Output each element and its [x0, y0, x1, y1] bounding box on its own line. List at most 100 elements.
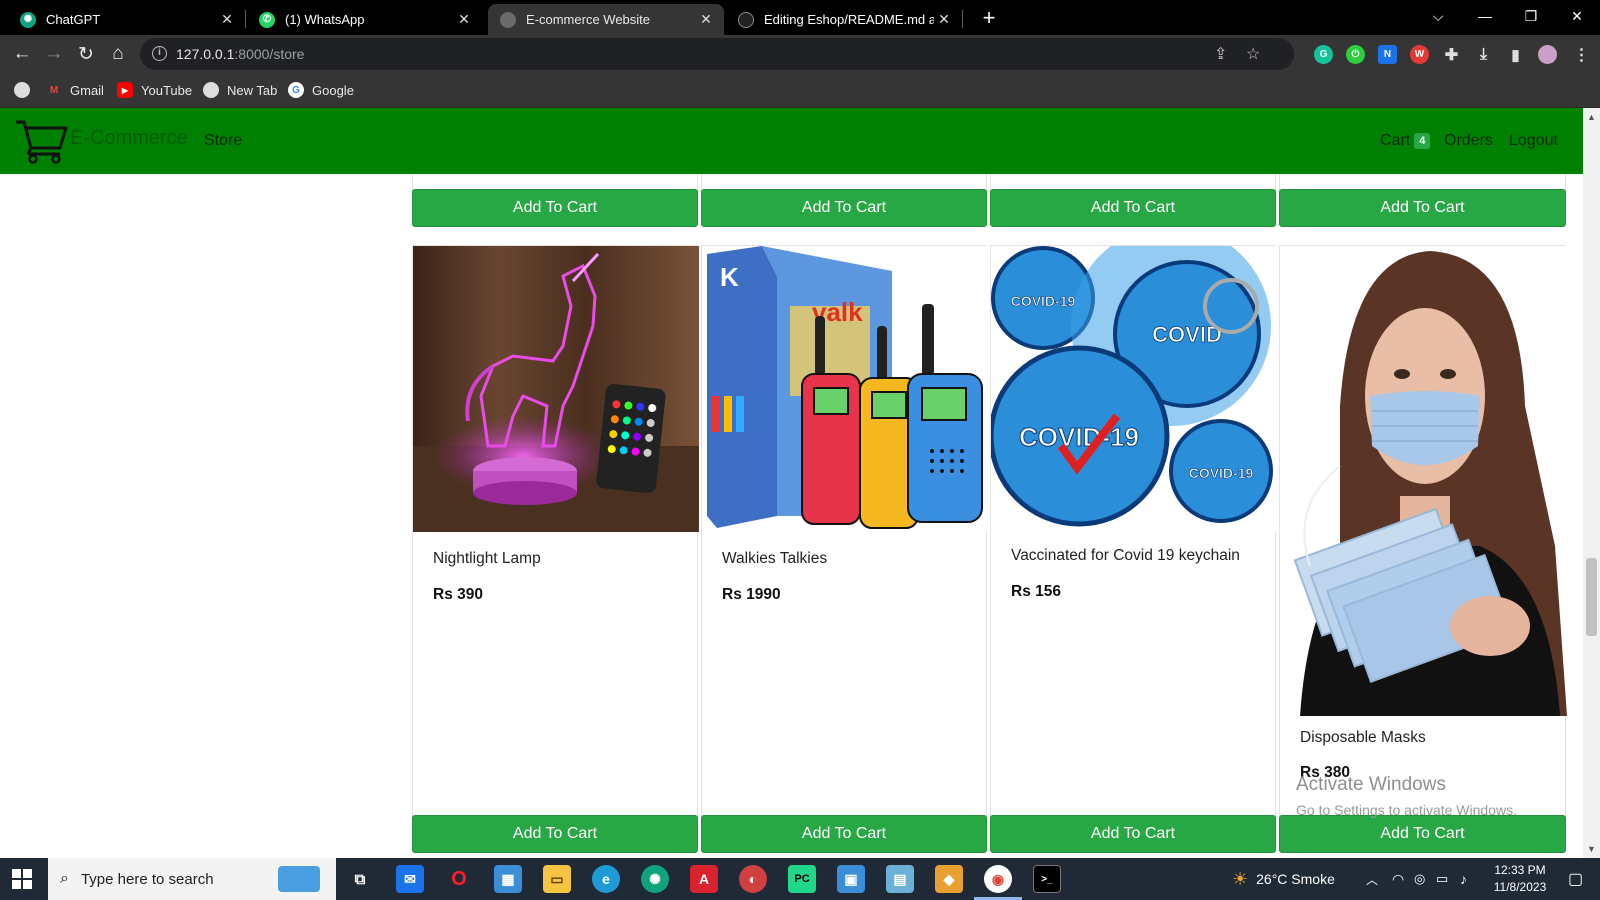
minimize-button[interactable]: — [1462, 0, 1508, 32]
battery-icon[interactable]: ▭ [1436, 858, 1448, 900]
site-info-icon[interactable]: i [152, 46, 167, 61]
product-name: Walkies Talkies [722, 550, 828, 567]
page-scrollbar[interactable]: ▲ ▼ [1583, 108, 1600, 858]
pycharm-icon[interactable]: PC [788, 865, 816, 893]
windows-start-icon[interactable] [12, 869, 32, 889]
edge-icon[interactable]: e [592, 865, 620, 893]
globe-icon [500, 11, 516, 28]
menu-kebab-icon[interactable]: ⋮ [1572, 45, 1591, 64]
git-kraken-icon[interactable]: ◆ [935, 865, 963, 893]
bookmark-youtube[interactable]: ▶ YouTube [117, 82, 192, 98]
tab-search-chevron-icon[interactable]: ⌵ [1415, 0, 1461, 32]
add-to-cart-button[interactable]: Add To Cart [412, 189, 698, 227]
address-bar[interactable]: i 127.0.0.1:8000/store ⇪ ☆ [140, 38, 1294, 70]
product-image-covid-keychain[interactable]: COVID-19 COVID COVID-19 COVID-19 [991, 246, 1277, 532]
url-path: :8000/store [234, 46, 305, 62]
chrome-icon[interactable]: ◉ [984, 865, 1012, 893]
close-window-button[interactable]: ✕ [1554, 0, 1600, 32]
download-icon[interactable]: ⤓ [1474, 45, 1493, 64]
meet-icon[interactable]: ◎ [1414, 858, 1425, 900]
back-button[interactable]: ← [8, 40, 36, 68]
nav-store-link[interactable]: Store [204, 132, 242, 150]
add-to-cart-button[interactable]: Add To Cart [1279, 815, 1566, 853]
close-tab-icon[interactable]: ✕ [696, 11, 716, 28]
add-to-cart-button[interactable]: Add To Cart [990, 189, 1276, 227]
weather-sun-icon: ☀ [1232, 868, 1249, 889]
gmail-icon: M [49, 84, 59, 96]
tab-chatgpt[interactable]: ✺ ChatGPT ✕ [0, 4, 245, 35]
bookmark-apps[interactable] [14, 82, 38, 98]
volume-icon[interactable]: ♪ [1460, 858, 1467, 900]
opera-icon[interactable]: O [445, 865, 473, 893]
microsoft-store-icon[interactable]: ▦ [494, 865, 522, 893]
store-page: E-Commerce Store Cart 4 Orders Logout Ad… [0, 108, 1583, 858]
bookmark-new-tab[interactable]: New Tab [203, 82, 277, 98]
green-extension-icon[interactable]: ⏻ [1346, 45, 1365, 64]
url-host: 127.0.0.1 [176, 46, 235, 62]
product-image-walkies-talkies[interactable]: K valk [702, 246, 988, 532]
bookmark-star-icon[interactable]: ☆ [1246, 44, 1260, 64]
bookmarks-bar: M Gmail ▶ YouTube New Tab G Google [0, 73, 1600, 108]
n-extension-icon[interactable]: N [1378, 45, 1397, 64]
share-icon[interactable]: ⇪ [1214, 44, 1227, 64]
product-image-disposable-masks[interactable] [1280, 246, 1567, 716]
extensions-puzzle-icon[interactable]: ✚ [1442, 45, 1461, 64]
bookmark-gmail[interactable]: M Gmail [46, 82, 104, 98]
terminal-icon[interactable]: >_ [1033, 865, 1061, 893]
acrobat-icon[interactable]: A [690, 865, 718, 893]
add-to-cart-button[interactable]: Add To Cart [701, 815, 987, 853]
mail-icon[interactable]: ✉ [396, 865, 424, 893]
reload-button[interactable]: ↻ [72, 40, 100, 68]
close-tab-icon[interactable]: ✕ [934, 11, 954, 28]
task-view-icon[interactable]: ⧉ [346, 865, 374, 893]
nav-orders-link[interactable]: Orders [1444, 132, 1493, 150]
home-button[interactable]: ⌂ [104, 40, 132, 68]
file-explorer-icon[interactable]: ▭ [543, 865, 571, 893]
scroll-up-icon[interactable]: ▲ [1587, 112, 1596, 122]
nav-logout-link[interactable]: Logout [1509, 132, 1558, 150]
scrollbar-thumb[interactable] [1586, 558, 1597, 636]
product-price: Rs 390 [433, 586, 483, 603]
search-icon: ⌕ [60, 870, 69, 887]
wifi-icon[interactable]: ◠ [1392, 858, 1404, 900]
notification-icon[interactable]: ▢ [1568, 858, 1583, 900]
wappalyzer-extension-icon[interactable]: W [1410, 45, 1429, 64]
product-name: Vaccinated for Covid 19 keychain [1011, 547, 1240, 564]
notepad-icon[interactable]: ▤ [886, 865, 914, 893]
nav-cart-link[interactable]: Cart 4 [1380, 132, 1431, 150]
taskbar-clock[interactable]: 12:33 PM 11/8/2023 [1482, 862, 1558, 896]
new-tab-button[interactable]: + [975, 4, 1003, 32]
nav-cart-label: Cart [1380, 132, 1411, 149]
tab-whatsapp[interactable]: ✆ (1) WhatsApp ✕ [245, 4, 482, 35]
brand-link[interactable]: E-Commerce [14, 118, 188, 164]
tab-ecommerce[interactable]: E-commerce Website ✕ [488, 4, 724, 35]
tab-title: (1) WhatsApp [285, 12, 365, 27]
tray-chevron-icon[interactable]: ︿ [1366, 858, 1378, 900]
profile-avatar[interactable] [1538, 45, 1557, 64]
side-panel-icon[interactable]: ▮ [1506, 45, 1525, 64]
svg-text:K: K [720, 262, 739, 292]
globe-icon [14, 82, 30, 98]
add-to-cart-button[interactable]: Add To Cart [701, 189, 987, 227]
control-panel-icon[interactable]: ▣ [837, 865, 865, 893]
add-to-cart-button[interactable]: Add To Cart [1279, 189, 1566, 227]
restore-button[interactable]: ❐ [1508, 0, 1554, 32]
chatgpt-app-icon[interactable]: ✺ [641, 865, 669, 893]
google-icon: G [288, 82, 304, 98]
tab-title: ChatGPT [46, 12, 101, 27]
close-tab-icon[interactable]: ✕ [454, 11, 474, 28]
bookmark-google[interactable]: G Google [288, 82, 354, 98]
add-to-cart-button[interactable]: Add To Cart [412, 815, 698, 853]
scroll-down-icon[interactable]: ▼ [1587, 844, 1596, 854]
tab-github[interactable]: Editing Eshop/README.md at m ✕ [724, 4, 962, 35]
forward-button[interactable]: → [40, 40, 68, 68]
paint-icon[interactable]: ◐ [739, 865, 767, 893]
weather-widget[interactable]: ☀ 26°C Smoke [1232, 858, 1335, 900]
add-to-cart-button[interactable]: Add To Cart [990, 815, 1276, 853]
bookmark-label: New Tab [227, 82, 278, 98]
grammarly-extension-icon[interactable]: G [1314, 45, 1333, 64]
close-tab-icon[interactable]: ✕ [217, 11, 237, 28]
product-image-nightlight-lamp[interactable] [413, 246, 699, 532]
youtube-icon: ▶ [117, 82, 133, 98]
taskbar-search-box[interactable]: ⌕ Type here to search [48, 858, 336, 900]
